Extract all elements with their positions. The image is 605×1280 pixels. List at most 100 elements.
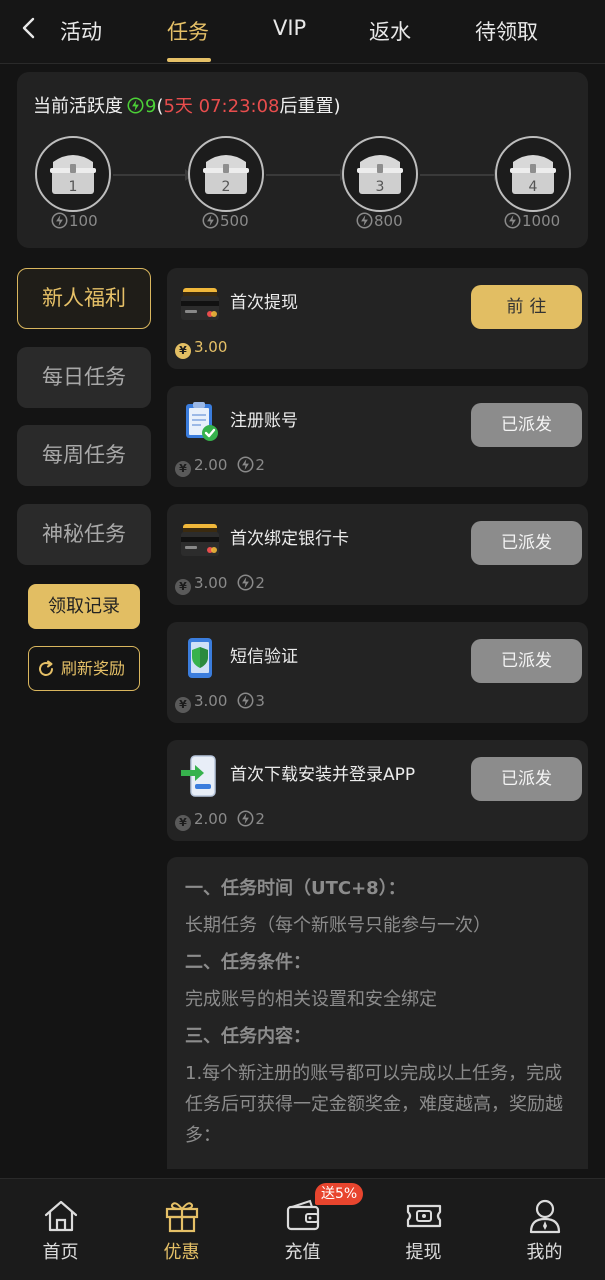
chest-number: 1 bbox=[68, 179, 78, 195]
home-icon bbox=[44, 1200, 78, 1232]
activity-value: 9 bbox=[145, 96, 157, 117]
task-title: 注册账号 bbox=[230, 411, 298, 431]
phone-shield-icon bbox=[188, 638, 212, 678]
task-reward: ¥3.00 bbox=[175, 338, 227, 359]
distributed-button[interactable]: 已派发 bbox=[471, 521, 582, 565]
nav-promotions[interactable]: 优惠 bbox=[121, 1179, 242, 1280]
lightning-icon bbox=[237, 810, 254, 827]
tab-tasks[interactable]: 任务 bbox=[167, 16, 209, 46]
task-card: 首次提现 前往 ¥3.00 bbox=[167, 268, 588, 369]
reward-activity: 2 bbox=[255, 574, 265, 592]
lightning-icon bbox=[127, 97, 144, 114]
reset-countdown: 5天 07:23:08 bbox=[163, 96, 280, 117]
reward-money: 3.00 bbox=[194, 692, 228, 710]
task-title: 首次下载安装并登录APP bbox=[230, 765, 416, 785]
coin-icon: ¥ bbox=[175, 343, 191, 359]
task-title: 首次绑定银行卡 bbox=[230, 529, 349, 549]
reward-money: 2.00 bbox=[194, 810, 228, 828]
coin-icon: ¥ bbox=[175, 579, 191, 595]
task-card: 首次下载安装并登录APP 已派发 ¥2.00 2 bbox=[167, 740, 588, 841]
task-rules-panel: 一、任务时间（UTC+8）： 长期任务（每个新账号只能参与一次） 二、任务条件：… bbox=[167, 857, 588, 1169]
distributed-button[interactable]: 已派发 bbox=[471, 757, 582, 801]
treasure-chest-3[interactable]: 3 bbox=[342, 136, 418, 212]
lightning-icon bbox=[51, 212, 68, 229]
back-button[interactable] bbox=[18, 14, 42, 44]
chest-number: 3 bbox=[375, 179, 385, 195]
tab-activities[interactable]: 活动 bbox=[60, 16, 102, 46]
sidebar-item-daily[interactable]: 每日任务 bbox=[17, 347, 151, 408]
rules-heading-time: 一、任务时间（UTC+8）： bbox=[185, 878, 406, 899]
rules-text-time: 长期任务（每个新账号只能参与一次） bbox=[185, 914, 491, 936]
nav-profile[interactable]: 我的 bbox=[484, 1179, 605, 1280]
lightning-icon bbox=[356, 212, 373, 229]
withdraw-ticket-icon bbox=[406, 1204, 442, 1228]
task-reward: ¥2.00 2 bbox=[175, 810, 265, 831]
nav-withdraw[interactable]: 提现 bbox=[363, 1179, 484, 1280]
reward-activity: 2 bbox=[255, 456, 265, 474]
nav-home[interactable]: 首页 bbox=[0, 1179, 121, 1280]
chest-cost-2: 500 bbox=[202, 212, 249, 230]
sidebar-item-newcomer[interactable]: 新人福利 bbox=[17, 268, 151, 329]
activity-card: 当前活跃度 9(5天 07:23:08后重置) 1 2 3 4 100 500 8… bbox=[17, 72, 588, 248]
task-reward: ¥3.00 2 bbox=[175, 574, 265, 595]
bank-card-icon bbox=[181, 524, 219, 556]
gift-icon bbox=[165, 1202, 199, 1233]
coin-icon: ¥ bbox=[175, 815, 191, 831]
tab-rebate[interactable]: 返水 bbox=[369, 16, 411, 46]
lightning-icon bbox=[237, 574, 254, 591]
reset-suffix: 后重置) bbox=[279, 96, 341, 117]
tab-vip[interactable]: VIP bbox=[273, 16, 306, 40]
phone-download-icon bbox=[181, 755, 216, 797]
coin-icon: ¥ bbox=[175, 697, 191, 713]
treasure-chest-1[interactable]: 1 bbox=[35, 136, 111, 212]
claim-records-button[interactable]: 领取记录 bbox=[28, 584, 140, 629]
chest-cost-1: 100 bbox=[51, 212, 98, 230]
rules-heading-content: 三、任务内容： bbox=[185, 1025, 311, 1047]
chest-cost-4: 1000 bbox=[504, 212, 560, 230]
chevron-left-icon bbox=[22, 17, 35, 39]
chest-connector bbox=[113, 174, 187, 176]
treasure-chest-2[interactable]: 2 bbox=[188, 136, 264, 212]
task-reward: ¥3.00 3 bbox=[175, 692, 265, 713]
refresh-rewards-label: 刷新奖励 bbox=[61, 659, 126, 678]
tab-pending-claim[interactable]: 待领取 bbox=[475, 16, 538, 46]
reward-money: 3.00 bbox=[194, 574, 228, 592]
refresh-rewards-button[interactable]: 刷新奖励 bbox=[28, 646, 140, 691]
go-to-task-button[interactable]: 前往 bbox=[471, 285, 582, 329]
rules-text-conditions: 完成账号的相关设置和安全绑定 bbox=[185, 988, 437, 1010]
active-tab-indicator bbox=[167, 58, 211, 62]
lightning-icon bbox=[202, 212, 219, 229]
rules-text-content: 1.每个新注册的账号都可以完成以上任务，完成任务后可获得一定金额奖金，难度越高，… bbox=[185, 1063, 563, 1146]
lightning-icon bbox=[504, 212, 521, 229]
clipboard-check-icon bbox=[186, 402, 218, 441]
task-card: 注册账号 已派发 ¥2.00 2 bbox=[167, 386, 588, 487]
recharge-bonus-badge: 送5% bbox=[315, 1183, 364, 1205]
task-title: 首次提现 bbox=[230, 293, 298, 313]
chest-connector bbox=[266, 174, 342, 176]
bottom-navigation: 首页 优惠 充值 提现 我的 bbox=[0, 1178, 605, 1280]
task-title: 短信验证 bbox=[230, 647, 298, 667]
treasure-chest-4[interactable]: 4 bbox=[495, 136, 571, 212]
distributed-button[interactable]: 已派发 bbox=[471, 403, 582, 447]
coin-icon: ¥ bbox=[175, 461, 191, 477]
sidebar-item-weekly[interactable]: 每周任务 bbox=[17, 425, 151, 486]
reward-activity: 2 bbox=[255, 810, 265, 828]
top-tab-bar: 活动 任务 VIP 返水 待领取 bbox=[0, 0, 605, 64]
distributed-button[interactable]: 已派发 bbox=[471, 639, 582, 683]
reward-activity: 3 bbox=[255, 692, 265, 710]
reward-money: 2.00 bbox=[194, 456, 228, 474]
chest-number: 2 bbox=[221, 179, 231, 195]
task-card: 首次绑定银行卡 已派发 ¥3.00 2 bbox=[167, 504, 588, 605]
task-card: 短信验证 已派发 ¥3.00 3 bbox=[167, 622, 588, 723]
chest-number: 4 bbox=[528, 179, 538, 195]
user-icon bbox=[529, 1199, 561, 1234]
task-reward: ¥2.00 2 bbox=[175, 456, 265, 477]
sidebar-item-mystery[interactable]: 神秘任务 bbox=[17, 504, 151, 565]
rules-heading-conditions: 二、任务条件： bbox=[185, 951, 311, 973]
reward-money: 3.00 bbox=[194, 338, 228, 356]
lightning-icon bbox=[237, 692, 254, 709]
activity-header: 当前活跃度 9(5天 07:23:08后重置) bbox=[33, 96, 341, 117]
refresh-icon bbox=[39, 660, 53, 676]
chest-cost-3: 800 bbox=[356, 212, 403, 230]
activity-label: 当前活跃度 bbox=[33, 96, 123, 117]
